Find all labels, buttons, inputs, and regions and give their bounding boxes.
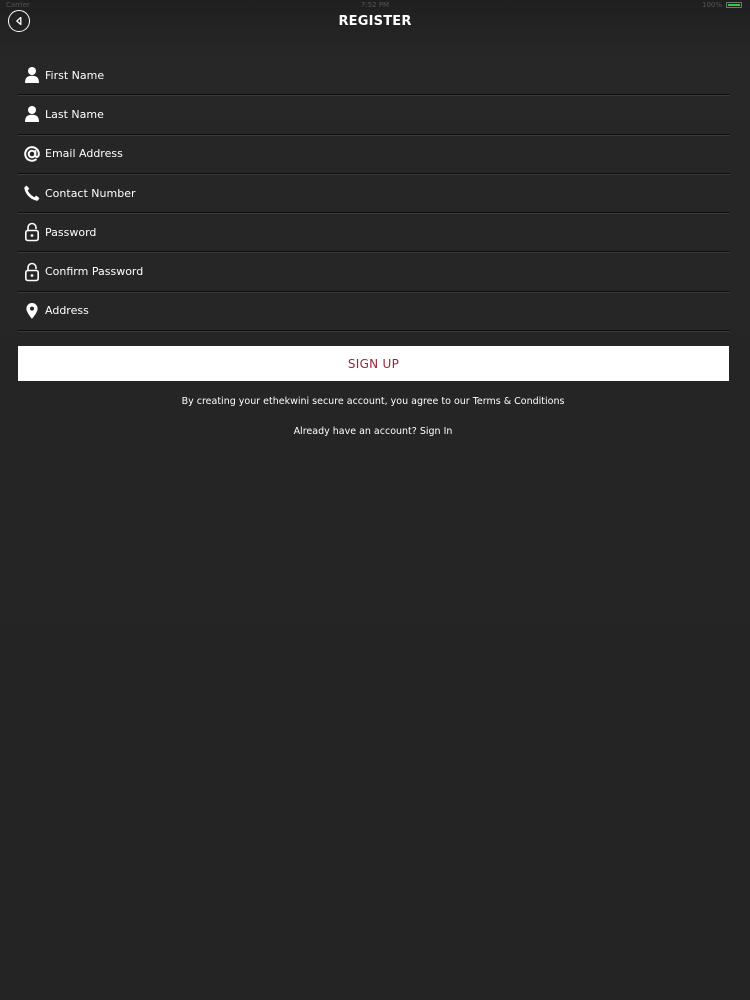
header: REGISTER <box>0 0 750 44</box>
sign-in-link[interactable]: Sign In <box>420 426 453 437</box>
password-input[interactable] <box>45 222 730 243</box>
lock-icon <box>22 222 42 242</box>
phone-icon <box>22 183 42 203</box>
email-row <box>18 135 730 174</box>
first-name-row <box>18 56 730 96</box>
sign-in-prompt: Already have an account? Sign In <box>0 426 746 437</box>
user-icon <box>22 104 42 124</box>
terms-link[interactable]: Terms & Conditions <box>473 396 565 407</box>
register-screen: Carrier 7:52 PM 100% REGISTER First Name… <box>0 0 750 1000</box>
at-icon <box>22 144 42 164</box>
lock-icon <box>22 262 42 282</box>
contact-number-row <box>18 174 730 214</box>
sign-up-button[interactable]: SIGN UP <box>18 346 729 381</box>
sign-in-prefix: Already have an account? <box>293 426 420 437</box>
terms-notice: By creating your ethekwini secure accoun… <box>0 396 746 407</box>
email-input[interactable] <box>45 143 730 164</box>
page-title: REGISTER <box>338 14 412 29</box>
password-row <box>18 213 730 253</box>
address-input[interactable] <box>45 300 730 321</box>
register-form <box>18 56 730 332</box>
confirm-password-input[interactable] <box>45 261 730 282</box>
first-name-input[interactable] <box>45 65 730 86</box>
user-icon <box>22 65 42 85</box>
terms-prefix: By creating your ethekwini secure accoun… <box>181 396 473 407</box>
contact-number-input[interactable] <box>45 183 730 204</box>
location-pin-icon <box>22 301 42 321</box>
last-name-row <box>18 95 730 135</box>
confirm-password-row <box>18 252 730 292</box>
last-name-input[interactable] <box>45 104 730 125</box>
address-row <box>18 292 730 332</box>
